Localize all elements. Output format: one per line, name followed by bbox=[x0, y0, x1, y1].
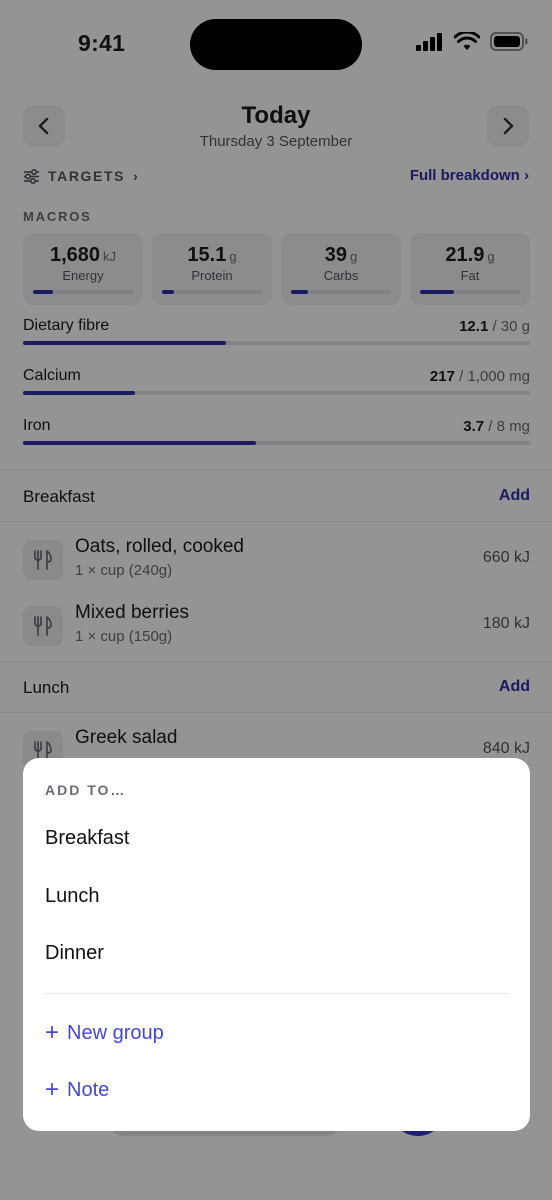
new-group-button[interactable]: + New group bbox=[45, 1021, 164, 1045]
plus-icon: + bbox=[45, 1076, 60, 1103]
add-to-sheet: ADD TO… Breakfast Lunch Dinner + New gro… bbox=[23, 758, 530, 1131]
new-group-label: New group bbox=[67, 1021, 164, 1044]
plus-icon: + bbox=[45, 1019, 60, 1046]
sheet-divider bbox=[43, 993, 510, 994]
option-breakfast[interactable]: Breakfast bbox=[45, 827, 129, 850]
sheet-title: ADD TO… bbox=[45, 782, 127, 798]
note-label: Note bbox=[67, 1078, 110, 1101]
option-dinner[interactable]: Dinner bbox=[45, 942, 104, 965]
option-lunch[interactable]: Lunch bbox=[45, 885, 100, 908]
note-button[interactable]: + Note bbox=[45, 1078, 109, 1102]
